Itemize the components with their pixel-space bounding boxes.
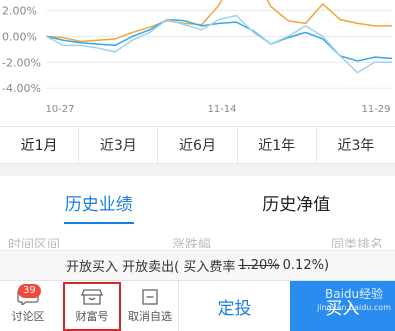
x-tick-label: 10-27 xyxy=(45,104,74,115)
tab-history-performance[interactable]: 历史业绩 xyxy=(0,176,198,228)
x-tick-label: 11-29 xyxy=(361,104,390,115)
table-header: 时间区间 涨跌幅 同类排名 xyxy=(0,234,395,248)
x-tick-label: 11-14 xyxy=(207,104,236,115)
remove-watchlist-label: 取消自选 xyxy=(128,310,172,323)
y-tick-label: 2.00% xyxy=(2,4,37,17)
original-fee-rate: 1.20% xyxy=(238,258,280,273)
period-tab-1y[interactable]: 近1年 xyxy=(238,127,317,163)
remove-watchlist-button[interactable]: 取消自选 xyxy=(122,281,178,331)
buy-button[interactable]: 买入 Baidu经验 jingyan.baidu.com xyxy=(290,281,395,331)
fund-detail-screen: 2.00% 0.00% -2.00% -4.00% 10-27 11-14 11-29 近1… xyxy=(0,0,395,331)
discussion-button[interactable]: 39 讨论区 xyxy=(0,281,56,331)
discount-fee-rate: 0.12%) xyxy=(282,258,330,273)
period-tabs: 近1月 近3月 近6月 近1年 近3年 xyxy=(0,126,395,164)
fixed-investment-button[interactable]: 定投 xyxy=(178,281,290,331)
tab-history-nav[interactable]: 历史净值 xyxy=(198,176,395,228)
y-tick-label: 0.00% xyxy=(2,30,37,43)
period-tab-3m[interactable]: 近3月 xyxy=(79,127,159,163)
period-tab-1m[interactable]: 近1月 xyxy=(0,127,80,163)
wealth-label: 财富号 xyxy=(75,310,109,323)
bottom-action-bar: 39 讨论区 财富号 取消自选 定投 买入 Baidu经验 jingyan.ba… xyxy=(0,280,395,331)
column-change: 涨跌幅 xyxy=(171,238,211,248)
watermark: Baidu经验 jingyan.baidu.com xyxy=(317,287,391,315)
section-tabs: 历史业绩 历史净值 xyxy=(0,176,395,228)
watermark-line1: Baidu经验 xyxy=(325,287,384,301)
column-rank: 同类排名 xyxy=(330,238,383,248)
minus-square-icon xyxy=(142,289,158,305)
period-tab-3y[interactable]: 近3年 xyxy=(317,127,395,163)
section-divider xyxy=(0,164,395,176)
column-period: 时间区间 xyxy=(8,238,61,248)
trade-info-strip: 开放买入 开放卖出( 买入费率 1.20% 0.12%) xyxy=(0,250,395,280)
chart-svg: 2.00% 0.00% -2.00% -4.00% 10-27 11-14 11-29 xyxy=(2,0,392,115)
y-tick-label: -4.00% xyxy=(2,82,41,95)
trade-status-text: 开放买入 开放卖出( 买入费率 xyxy=(65,260,236,275)
period-tab-6m[interactable]: 近6月 xyxy=(158,127,238,163)
discussion-badge: 39 xyxy=(18,284,41,298)
y-tick-label: -2.00% xyxy=(2,56,41,69)
store-icon xyxy=(81,289,103,305)
watermark-line2: jingyan.baidu.com xyxy=(317,303,391,312)
series-line-0 xyxy=(46,0,392,43)
wealth-button[interactable]: 财富号 xyxy=(62,281,122,331)
discussion-label: 讨论区 xyxy=(11,310,45,323)
performance-chart: 2.00% 0.00% -2.00% -4.00% 10-27 11-14 11-29 xyxy=(0,0,395,120)
